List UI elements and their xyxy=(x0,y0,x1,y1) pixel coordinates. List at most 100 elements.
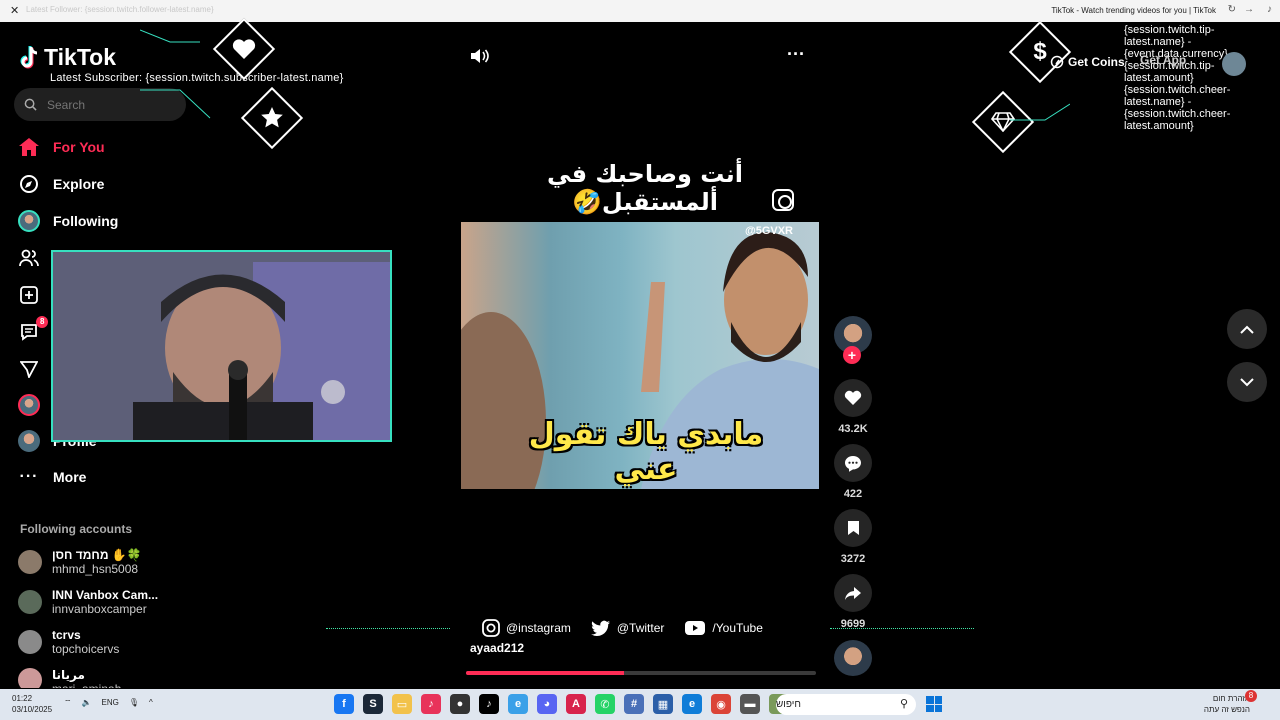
following-account[interactable]: مرياناmari_aminah xyxy=(18,668,121,688)
whatsapp-icon[interactable]: ✆ xyxy=(595,694,615,714)
nav-explore[interactable]: Explore xyxy=(18,173,104,195)
share-icon xyxy=(845,586,861,600)
overlay-dotted-line xyxy=(830,628,974,630)
video-progress-bar[interactable] xyxy=(466,671,816,675)
streamer-image xyxy=(53,252,390,440)
following-account[interactable]: tcrvs topchoicervs xyxy=(18,628,119,656)
obs-icon[interactable]: ● xyxy=(450,694,470,714)
language-indicator[interactable]: ENG xyxy=(102,698,119,708)
video-author[interactable]: ayaad212 xyxy=(470,641,524,655)
tiktok-favicon-icon: ♪ xyxy=(1267,4,1272,15)
account-name: INN Vanbox Cam... xyxy=(52,588,159,602)
video-player[interactable]: @5GVXR مابدي ياك تقول عني xyxy=(461,222,819,489)
nav-upload[interactable] xyxy=(18,284,53,306)
account-name: מחמד חסן ✋🍀 xyxy=(52,548,142,562)
nav-send[interactable] xyxy=(18,358,53,380)
nav-inbox[interactable]: 8 xyxy=(18,316,53,343)
nav-friends[interactable] xyxy=(18,247,53,269)
logo-text: TikTok xyxy=(44,44,116,70)
tiktok-logo[interactable]: TikTok xyxy=(20,44,116,71)
social-youtube: /YouTube xyxy=(684,620,763,636)
system-tray: ⌔ 🔈 ENG 🎙 ^ xyxy=(64,698,153,708)
following-account[interactable]: INN Vanbox Cam... innvanboxcamper xyxy=(18,588,158,616)
video-caption: أنت وصاحبك في ألمستقبل🤣 xyxy=(547,160,743,216)
tip-overlay-text: {session.twitch.tip-latest.name} - {even… xyxy=(1124,24,1231,132)
clock-time: 01:22 xyxy=(12,694,33,703)
compass-icon xyxy=(18,173,40,195)
profile-avatar[interactable] xyxy=(1222,52,1246,76)
reload-icon[interactable]: ↻ xyxy=(1228,4,1236,15)
next-creator-avatar[interactable] xyxy=(834,640,872,676)
affinity-icon[interactable]: A xyxy=(566,694,586,714)
share-button[interactable] xyxy=(834,574,872,612)
address-bar[interactable]: Latest Follower: {session.twitch.followe… xyxy=(26,5,214,14)
nav-label: More xyxy=(53,469,87,485)
volume-icon[interactable] xyxy=(470,47,490,70)
video-watermark: @5GVXR xyxy=(744,225,793,237)
socials-overlay: @instagram @Twitter /YouTube xyxy=(450,614,830,642)
taskbar-search[interactable]: חיפוש ⚲ xyxy=(776,694,916,715)
social-twitter: @Twitter xyxy=(590,620,665,636)
nav-label: For You xyxy=(53,139,105,155)
edge-browser-icon[interactable]: e xyxy=(682,694,702,714)
account-handle: innvanboxcamper xyxy=(52,602,147,616)
nav-for-you[interactable]: For You xyxy=(18,136,105,158)
weather-widget[interactable]: אזהרת חום הנפש זה עתה xyxy=(1204,693,1250,715)
previous-video-button[interactable] xyxy=(1227,309,1267,349)
inbox-badge: 8 xyxy=(36,316,49,328)
following-account[interactable]: מחמד חסן ✋🍀 mhmd_hsn5008 xyxy=(18,548,142,576)
notification-badge: 8 xyxy=(1245,690,1257,702)
live-icon xyxy=(18,394,40,416)
windows-taskbar: 01:22 03/10/2025 ⌔ 🔈 ENG 🎙 ^ f S ▭ ♪ ● ♪… xyxy=(0,689,1280,720)
save-button[interactable] xyxy=(834,509,872,547)
next-video-button[interactable] xyxy=(1227,362,1267,402)
weather-line2: הנפש זה עתה xyxy=(1203,705,1250,714)
steam-icon[interactable]: S xyxy=(363,694,383,714)
folder-icon[interactable]: ▭ xyxy=(392,694,412,714)
comment-icon xyxy=(845,455,861,472)
twitter-handle: @Twitter xyxy=(616,621,665,635)
more-options-icon[interactable]: ··· xyxy=(787,44,805,65)
windows-start-icon[interactable] xyxy=(926,696,942,712)
comment-button[interactable] xyxy=(834,444,872,482)
weather-line1: אזהרת חום xyxy=(1212,694,1250,703)
avatar-icon xyxy=(18,210,40,232)
wifi-icon[interactable]: ⌔ xyxy=(64,698,72,708)
clock-date: 03/10/2025 xyxy=(12,705,53,714)
tiktok-app-icon[interactable]: ♪ xyxy=(421,694,441,714)
account-handle: mhmd_hsn5008 xyxy=(52,562,139,576)
calculator-icon[interactable]: # xyxy=(624,694,644,714)
browser-titlebar: ✕ Latest Follower: {session.twitch.follo… xyxy=(0,0,1280,22)
speaker-icon[interactable]: 🔈 xyxy=(82,698,92,708)
get-app-button[interactable]: Get App xyxy=(1140,53,1186,67)
clock[interactable]: 01:22 03/10/2025 xyxy=(12,693,52,715)
tiktok-studio-icon[interactable]: ♪ xyxy=(479,694,499,714)
nav-more[interactable]: ··· More xyxy=(18,466,87,488)
nav-following[interactable]: Following xyxy=(18,210,118,232)
tray-expand-icon[interactable]: ^ xyxy=(149,698,153,708)
search-icon xyxy=(24,98,37,111)
chevron-up-icon xyxy=(1240,325,1254,334)
coin-icon xyxy=(1050,55,1064,69)
nav-live[interactable] xyxy=(18,394,53,416)
overlay-lines xyxy=(140,29,1070,121)
mic-icon[interactable]: 🎙 xyxy=(129,698,139,708)
get-coins-button[interactable]: Get Coins xyxy=(1050,50,1125,74)
youtube-icon xyxy=(685,621,706,635)
facebook-icon[interactable]: f xyxy=(334,694,354,714)
discord-icon[interactable]: ◕ xyxy=(537,694,557,714)
instagram-watermark-icon xyxy=(772,189,794,211)
bookmark-icon xyxy=(847,521,859,535)
close-tab-icon[interactable]: ✕ xyxy=(10,4,19,17)
chrome-icon[interactable]: ◉ xyxy=(711,694,731,714)
like-button[interactable] xyxy=(834,379,872,417)
account-avatar xyxy=(18,590,42,614)
follow-plus-icon[interactable]: + xyxy=(843,346,861,364)
forward-icon[interactable]: → xyxy=(1244,4,1254,15)
get-coins-label: Get Coins xyxy=(1068,55,1125,69)
store-icon[interactable]: ▦ xyxy=(653,694,673,714)
edge-icon[interactable]: e xyxy=(508,694,528,714)
terminal-icon[interactable]: ▬ xyxy=(740,694,760,714)
home-icon xyxy=(18,136,40,158)
save-count: 3272 xyxy=(840,553,866,565)
